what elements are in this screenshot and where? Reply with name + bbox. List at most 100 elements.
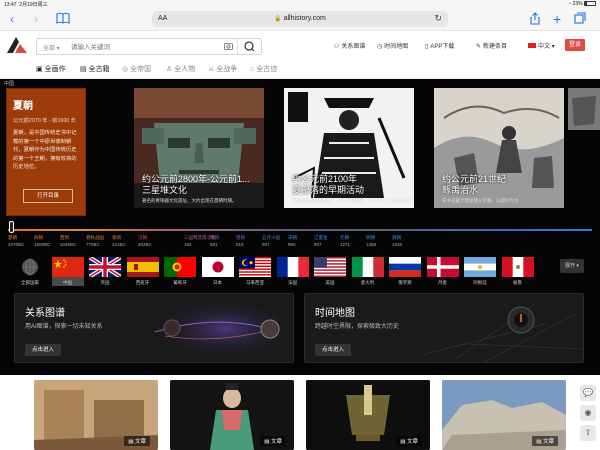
country-flag-item[interactable]: 西班牙 (126, 257, 159, 286)
timeline-period[interactable]: 五代十国 907 (262, 235, 280, 247)
timeline-period[interactable]: 唐朝 618 (236, 235, 245, 247)
enter-relation-graph-button[interactable]: 点击进入 (25, 344, 61, 356)
timeline-period[interactable]: 元朝 1271 (340, 235, 350, 247)
period-year: 1636 (392, 242, 403, 247)
cat-wars[interactable]: ⚔ 全战争 (208, 64, 237, 74)
expand-countries-button[interactable]: 展开 ▾ (560, 259, 584, 273)
time-map-panel[interactable]: 时间地图 跨越时空界限，探索极致大历史 点击进入 (304, 293, 584, 363)
timeline-card[interactable]: 约公元前2100年 夏部落的早期活动 夏部落是夏朝的前身，在与其他部落，也开始了在… (284, 88, 414, 208)
relation-graph-panel[interactable]: 关系图谱 用AI图谱，探索一切未知关系 点击进入 (14, 293, 294, 363)
period-year: 1046BC (60, 242, 77, 247)
country-flag-item[interactable]: 秘鲁 (501, 257, 534, 286)
timeline-period[interactable]: 辽夏金 907 (314, 235, 328, 247)
country-flag-item[interactable]: 葡萄牙 (164, 257, 196, 286)
country-flag-item[interactable]: 俄罗斯 (389, 257, 421, 286)
language-select[interactable]: 中文 ▾ (528, 41, 555, 50)
article-card[interactable]: ▤ 文章 (170, 380, 294, 450)
share-icon[interactable] (530, 12, 540, 28)
forward-icon[interactable]: › (34, 12, 38, 26)
country-flag-item[interactable]: 全部国家 (14, 257, 46, 286)
nav-app-download[interactable]: ▯ APP下载 (425, 41, 454, 50)
period-year: 1368 (366, 242, 377, 247)
country-label: 全部国家 (21, 280, 39, 285)
back-icon[interactable]: ‹ (10, 12, 14, 26)
article-card[interactable]: ▤ 文章 (306, 380, 430, 450)
timeline-period[interactable]: 隋朝 581 (210, 235, 219, 247)
lock-icon: 🔒 (274, 16, 282, 22)
wechat-float-icon[interactable]: ◉ (580, 405, 596, 421)
camera-search-icon[interactable] (224, 42, 233, 52)
back-to-top-icon[interactable]: ⇧ (580, 425, 596, 441)
country-flag-item[interactable]: 日本 (201, 257, 234, 286)
country-flag-item[interactable]: 中国 (51, 257, 84, 286)
chat-float-icon[interactable]: 💬 (580, 385, 596, 401)
nav-time-map[interactable]: ◷ 时间地图 (377, 41, 408, 50)
nav-relation-graph[interactable]: ⚇ 关系图谱 (334, 41, 365, 50)
bookmarks-icon[interactable] (56, 12, 70, 29)
article-card[interactable]: ▤ 文章 (442, 380, 566, 450)
search-input[interactable] (71, 41, 221, 53)
allhistory-logo[interactable] (6, 36, 28, 54)
timeline-handle[interactable] (9, 221, 14, 233)
browser-toolbar: ‹ › AA 🔒 allhistory.com ↻ + (0, 9, 600, 31)
flag-italy-icon (351, 257, 384, 277)
article-tag: ▤ 文章 (260, 436, 286, 446)
enter-time-map-button[interactable]: 点击进入 (315, 344, 351, 356)
cat-sites[interactable]: ⌂ 全古迹 (250, 64, 277, 74)
timeline-period[interactable]: 西周 1046BC (60, 235, 76, 247)
cat-empires[interactable]: ◎ 全帝国 (122, 64, 151, 74)
status-time: 13:47 (4, 2, 17, 8)
country-flag-item[interactable]: 英国 (89, 257, 121, 286)
period-year: 2070BC (8, 242, 25, 247)
country-label: 中国 (63, 280, 72, 285)
timeline-card-partial[interactable] (568, 88, 600, 130)
tabs-icon[interactable] (574, 12, 586, 27)
article-tag: ▤ 文章 (396, 436, 422, 446)
timeline-track[interactable] (8, 229, 592, 231)
search-button[interactable] (237, 39, 261, 54)
country-flag-item[interactable]: 意大利 (351, 257, 384, 286)
cat-paintings[interactable]: ▣ 全画作 (36, 64, 66, 74)
timeline-period[interactable]: 春秋战国 770BC (86, 235, 104, 247)
cat-people[interactable]: ♙ 全人物 (166, 64, 195, 74)
timeline-card[interactable]: 约公元前21世纪 鲧禹治水 史书记载大禹接替父亲鲧，以疏导为主... (434, 88, 564, 208)
country-label: 美国 (325, 280, 335, 285)
timeline-period[interactable]: 夏朝 2070BC (8, 235, 24, 247)
category-nav: ▣ 全画作 ▤ 全古籍 ◎ 全帝国 ♙ 全人物 ⚔ 全战争 ⌂ 全古迹 (0, 59, 600, 79)
period-name: 秦朝 (112, 235, 121, 240)
globe-icon (14, 257, 46, 277)
url-bar[interactable]: AA 🔒 allhistory.com ↻ (152, 11, 448, 27)
url-domain: allhistory.com (283, 15, 326, 22)
country-flag-item[interactable]: 马来西亚 (239, 257, 271, 286)
period-year: 1600BC (34, 242, 51, 247)
flag-uk-icon (89, 257, 121, 277)
panel-description: 跨越时空界限，探索极致大历史 (315, 324, 400, 330)
period-year: 1271 (340, 242, 351, 247)
search-icon (244, 41, 255, 52)
timeline-period[interactable]: 宋朝 960 (288, 235, 297, 247)
timeline-card[interactable]: 约公元前2800年-公元前1... 三星堆文化 著名的青铜器文化遗址，大约出现在夏… (134, 88, 264, 208)
timeline-period[interactable]: 秦朝 221BC (112, 235, 126, 247)
timeline-period[interactable]: 清朝 1636 (392, 235, 402, 247)
cat-ancient-books[interactable]: ▤ 全古籍 (80, 64, 110, 74)
reload-icon[interactable]: ↻ (434, 13, 442, 24)
new-tab-icon[interactable]: + (553, 12, 561, 26)
flag-japan-icon (201, 257, 234, 277)
timeline-period[interactable]: 汉朝 202BC (138, 235, 152, 247)
country-flag-item[interactable]: 法国 (276, 257, 309, 286)
login-button[interactable]: 登录 (565, 39, 585, 51)
country-flag-item[interactable]: 阿根廷 (464, 257, 496, 286)
country-flag-item[interactable]: 丹麦 (426, 257, 459, 286)
open-catalog-button[interactable]: 打开目录 (23, 189, 73, 203)
timeline-period[interactable]: 商朝 1600BC (34, 235, 50, 247)
search-box: 全部 ▾ (36, 38, 262, 55)
country-label: 葡萄牙 (173, 280, 187, 285)
card-title: 约公元前21世纪 (442, 174, 507, 184)
search-scope-select[interactable]: 全部 ▾ (43, 43, 60, 52)
nav-new-entry[interactable]: ✎ 新建条目 (476, 41, 507, 50)
country-flag-item[interactable]: 美国 (314, 257, 346, 286)
period-name: 元朝 (340, 235, 349, 240)
article-card[interactable]: ▤ 文章 (34, 380, 158, 450)
timeline-period[interactable]: 明朝 1368 (366, 235, 376, 247)
card-description: 夏部落是夏朝的前身，在与其他部落，也开始了在黄河流域的活动。 (292, 198, 412, 203)
